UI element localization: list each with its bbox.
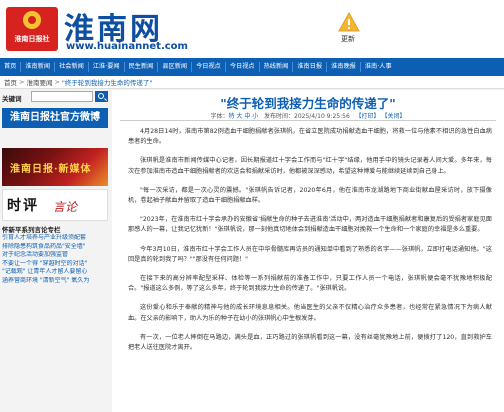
nav-item-home[interactable]: 首页 bbox=[0, 62, 22, 72]
article-title: "终于轮到我接力生命的传递了" bbox=[220, 96, 396, 111]
column-list: 引育人才培养与产业升级须配套 排除隐患构筑食品药品"安全墙" 对于纪念活动要加强… bbox=[2, 234, 108, 285]
commentary-banner[interactable]: 时评 言论 bbox=[2, 189, 108, 221]
breadcrumb-section[interactable]: 淮南要闻 bbox=[26, 77, 52, 87]
publish-label: 发布时间： bbox=[263, 113, 294, 120]
list-item[interactable]: 引育人才培养与产业升级须配套 bbox=[2, 234, 108, 243]
nav-item-personnel[interactable]: 淮南·人事 bbox=[361, 62, 396, 72]
article-paragraph: "2023年，在淮南市红十字会承办的安徽省'捐献生命的种子去进淮南'活动中，两对… bbox=[128, 216, 492, 234]
nav-item-hotline[interactable]: 热线新闻 bbox=[260, 62, 294, 72]
list-item[interactable]: "记载观" 让青年人才留人要留心 bbox=[2, 268, 108, 277]
newspaper-logo[interactable]: 淮南日报社 bbox=[6, 7, 58, 51]
nav-item-evening[interactable]: 淮南晚报 bbox=[327, 62, 361, 72]
breadcrumb-current[interactable]: "终于轮到我接力生命的传递了" bbox=[62, 77, 152, 87]
nav-item-today-2[interactable]: 今日视点 bbox=[226, 62, 260, 72]
nav-item-huainan-news[interactable]: 淮南新闻 bbox=[21, 62, 56, 72]
title-divider bbox=[120, 120, 496, 121]
publish-time: 2025/4/10 9:25:56 bbox=[294, 113, 350, 120]
nav-item-social-news[interactable]: 社会新闻 bbox=[55, 62, 89, 72]
font-size-label: 字体： bbox=[210, 113, 229, 120]
article-paragraph: 4月28日14时，淮南市第82例造血干细胞捐献者张琪帆，在省立医院成功捐献造血干… bbox=[128, 128, 492, 146]
nav-item-daily[interactable]: 淮南日报 bbox=[293, 62, 328, 72]
breadcrumb-separator: > bbox=[54, 78, 60, 86]
print-link[interactable]: 【打印】 bbox=[356, 113, 380, 120]
weibo-banner[interactable]: 淮南日报社官方微博 bbox=[2, 108, 108, 128]
article-meta: 字体：特 大 中 小 发布时间：2025/4/10 9:25:56 【打印】 【… bbox=[112, 111, 504, 120]
list-item[interactable]: 对于纪念活动要加强监管 bbox=[2, 251, 108, 260]
breadcrumb-home[interactable]: 首页 bbox=[4, 77, 17, 87]
article-paragraph: 这份爱心和乐于奉献的精神与他的成长环境息息相关。他当医生的父亲不仅精心治疗众多患… bbox=[128, 304, 492, 322]
nav-item-livelihood[interactable]: 民生新闻 bbox=[125, 62, 159, 72]
emblem-icon bbox=[23, 11, 41, 29]
main-nav: 首页 淮南新闻 社会新闻 江淮·要闻 民生新闻 县区新闻 今日视点 今日视点 热… bbox=[0, 58, 504, 76]
list-item[interactable]: 涵养营商环境 "清新空气" 氧久为 bbox=[2, 277, 108, 286]
article: "终于轮到我接力生命的传递了" 字体：特 大 中 小 发布时间：2025/4/1… bbox=[112, 90, 504, 412]
nav-item-jianghuai[interactable]: 江淮·要闻 bbox=[89, 62, 125, 72]
nav-item-county[interactable]: 县区新闻 bbox=[158, 62, 193, 72]
list-item[interactable]: 不要让一个得 "穿越时空的对话" bbox=[2, 260, 108, 269]
search-icon bbox=[98, 93, 104, 99]
new-media-banner-text: 淮南日报·新媒体 bbox=[10, 164, 92, 175]
article-paragraph: "每一次采访，都是一次心灵的震撼。"张琪帆告诉记者，2020年6月，他在淮南市龙… bbox=[128, 186, 492, 205]
column-section-title: 怀新平系列言论专栏 bbox=[2, 226, 61, 234]
search-button[interactable] bbox=[95, 91, 108, 102]
breadcrumb-separator: > bbox=[19, 78, 25, 86]
list-item[interactable]: 排除隐患构筑食品药品"安全墙" bbox=[2, 243, 108, 252]
warning-icon[interactable] bbox=[338, 12, 360, 32]
site-url: www.huainannet.com bbox=[66, 41, 188, 52]
logo-text: 淮南日报社 bbox=[14, 34, 50, 43]
article-paragraph: 今年3月10日，淮南市红十字会工作人员在中华骨髓库再访员的通知单中看到了熟悉的名… bbox=[128, 245, 492, 263]
search-label: 关键词 bbox=[2, 95, 22, 103]
new-media-banner[interactable]: 淮南日报·新媒体 bbox=[2, 148, 108, 186]
site-header: 淮南日报社 淮南网 www.huainannet.com 更新 bbox=[0, 0, 504, 58]
article-paragraph: 有一次，一位老人摔倒在马路边，满头是血，正巧路过的张琪帆看到这一幕，没有丝毫犹豫… bbox=[128, 333, 492, 352]
close-link[interactable]: 【关闭】 bbox=[381, 113, 405, 120]
update-label[interactable]: 更新 bbox=[341, 34, 355, 44]
article-body: 4月28日14时，淮南市第82例造血干细胞捐献者张琪帆，在省立医院成功捐献造血干… bbox=[128, 127, 492, 362]
font-size-options[interactable]: 特 大 中 小 bbox=[229, 113, 259, 120]
sidebar: 关键词 淮南日报社官方微博 淮南日报·新媒体 时评 言论 怀新平系列言论专栏 引… bbox=[0, 90, 110, 412]
article-paragraph: 张琪帆是淮南市新闻传媒中心记者，因长期报道红十字会工作而与"红十字"结缘，他用手… bbox=[128, 157, 492, 175]
nav-item-today-1[interactable]: 今日视点 bbox=[192, 62, 226, 72]
commentary-banner-subtitle: 言论 bbox=[53, 200, 78, 214]
article-paragraph: 在接下来的高分辨率配型采样、体检等一系列捐献前的准备工作中，只要工作人员一个电话… bbox=[128, 275, 492, 293]
search-input[interactable] bbox=[31, 91, 93, 102]
commentary-banner-title: 时评 bbox=[7, 198, 39, 214]
breadcrumb: 首页 > 淮南要闻 > "终于轮到我接力生命的传递了" bbox=[0, 76, 504, 89]
